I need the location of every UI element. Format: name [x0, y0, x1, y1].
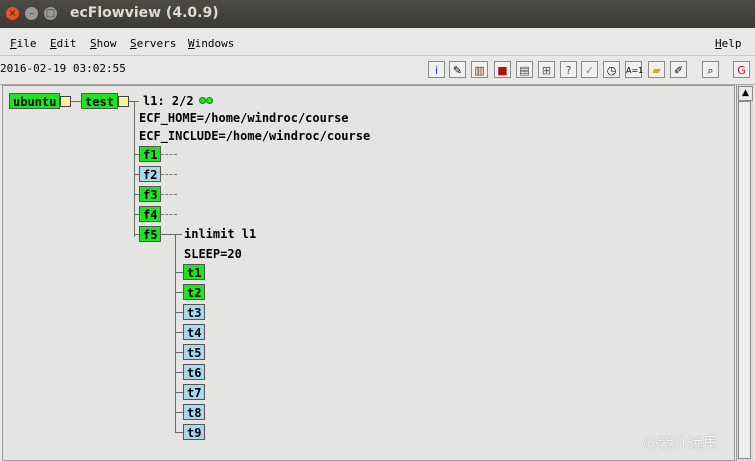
toolbar: 2016-02-19 03:02:55 i ✎ ▥ ■ ▤ ⊞? ✓ ◷ A=1 ▰ ✐ ⌕ G [0, 55, 755, 85]
menu-edit[interactable]: Edit [50, 37, 77, 50]
collapsed-connector [161, 194, 177, 195]
clock-icon[interactable]: ◷ [603, 61, 620, 78]
connector [175, 234, 176, 432]
collapsed-connector [161, 154, 177, 155]
task-node[interactable]: t5 [183, 344, 206, 360]
inlimit-label[interactable]: inlimit l1 [184, 226, 256, 242]
menu-edit-label: dit [56, 37, 77, 50]
variable-ecf-home[interactable]: ECF_HOME=/home/windroc/course [139, 110, 349, 126]
connector [71, 101, 81, 102]
menu-servers[interactable]: Servers [130, 37, 176, 50]
output-icon[interactable]: ▤ [516, 61, 533, 78]
menu-file-label: ile [16, 37, 37, 50]
menu-show-mnemonic: S [90, 37, 97, 50]
sleep-variable[interactable]: SLEEP=20 [184, 246, 242, 262]
server-node[interactable]: ubuntu [9, 93, 61, 109]
menu-help-label: elp [721, 37, 742, 50]
info-icon[interactable]: i [428, 61, 445, 78]
family-node[interactable]: f1 [139, 146, 162, 162]
task-node[interactable]: t8 [183, 404, 206, 420]
watermark: @紫升远思 [643, 434, 719, 452]
menu-bar: File Edit Show Servers Windows Help [0, 28, 755, 55]
search-icon[interactable]: ⌕ [702, 61, 719, 78]
family-node[interactable]: f2 [139, 166, 162, 182]
task-node[interactable]: t2 [183, 284, 206, 300]
datetime-display: 2016-02-19 03:02:55 [0, 62, 126, 75]
menu-edit-mnemonic: E [50, 37, 57, 50]
tree-view: ubuntu test l1: 2/2 ECF_HOME=/home/windr… [2, 85, 735, 461]
task-node[interactable]: t3 [183, 304, 206, 320]
connector [175, 352, 183, 353]
note-icon [118, 96, 129, 107]
variable-ecf-include[interactable]: ECF_INCLUDE=/home/windroc/course [139, 128, 370, 144]
limit-token-icon [199, 97, 206, 104]
menu-windows-mnemonic: W [188, 37, 195, 50]
collapsed-connector [161, 174, 177, 175]
menu-servers-mnemonic: S [130, 37, 137, 50]
family-node[interactable]: f4 [139, 206, 162, 222]
why-icon[interactable]: ? [560, 61, 577, 78]
menu-windows[interactable]: Windows [188, 37, 234, 50]
connector [175, 312, 183, 313]
close-window-button[interactable]: × [6, 7, 19, 20]
connector [134, 101, 135, 237]
connector [160, 234, 182, 235]
task-node[interactable]: t9 [183, 424, 206, 440]
family-node[interactable]: f5 [139, 226, 162, 242]
menu-show[interactable]: Show [90, 37, 117, 50]
variables-icon[interactable]: ■ [494, 61, 511, 78]
limit-label[interactable]: l1: 2/2 [143, 93, 194, 109]
task-node[interactable]: t4 [183, 324, 206, 340]
note-icon [60, 96, 71, 107]
books-icon[interactable]: ▥ [471, 61, 488, 78]
menu-windows-label: indows [194, 37, 235, 50]
title-bar: × – □ ecFlowview (4.0.9) [0, 0, 755, 28]
equals-icon[interactable]: A=1 [625, 61, 643, 78]
connector [175, 292, 183, 293]
scroll-up-icon[interactable]: ▲ [738, 86, 753, 101]
script-icon[interactable]: ✎ [449, 61, 466, 78]
menu-show-label: how [96, 37, 117, 50]
task-node[interactable]: t7 [183, 384, 206, 400]
vertical-scrollbar[interactable]: ▲ [736, 85, 753, 461]
menu-file[interactable]: File [10, 37, 37, 50]
maximize-window-button[interactable]: □ [44, 7, 57, 20]
connector [175, 392, 183, 393]
family-node[interactable]: f3 [139, 186, 162, 202]
window-title: ecFlowview (4.0.9) [70, 5, 219, 21]
connector [175, 332, 183, 333]
tree-icon[interactable]: ⊞ [538, 61, 555, 78]
task-node[interactable]: t1 [183, 264, 206, 280]
connector [175, 412, 183, 413]
connector [175, 432, 183, 433]
minimize-window-button[interactable]: – [25, 7, 38, 20]
connector [175, 372, 183, 373]
menu-file-mnemonic: F [10, 37, 17, 50]
check-icon[interactable]: ✓ [581, 61, 598, 78]
note-icon[interactable]: ▰ [648, 61, 665, 78]
scrollbar-thumb[interactable] [738, 101, 751, 459]
collapsed-connector [161, 214, 177, 215]
edit-icon[interactable]: ✐ [670, 61, 687, 78]
menu-help-mnemonic: H [715, 37, 722, 50]
limit-token-icon [206, 97, 213, 104]
refresh-icon[interactable]: G [733, 61, 750, 78]
menu-help[interactable]: Help [715, 37, 742, 50]
menu-servers-label: ervers [136, 37, 177, 50]
task-node[interactable]: t6 [183, 364, 206, 380]
connector [175, 272, 183, 273]
suite-node[interactable]: test [81, 93, 118, 109]
